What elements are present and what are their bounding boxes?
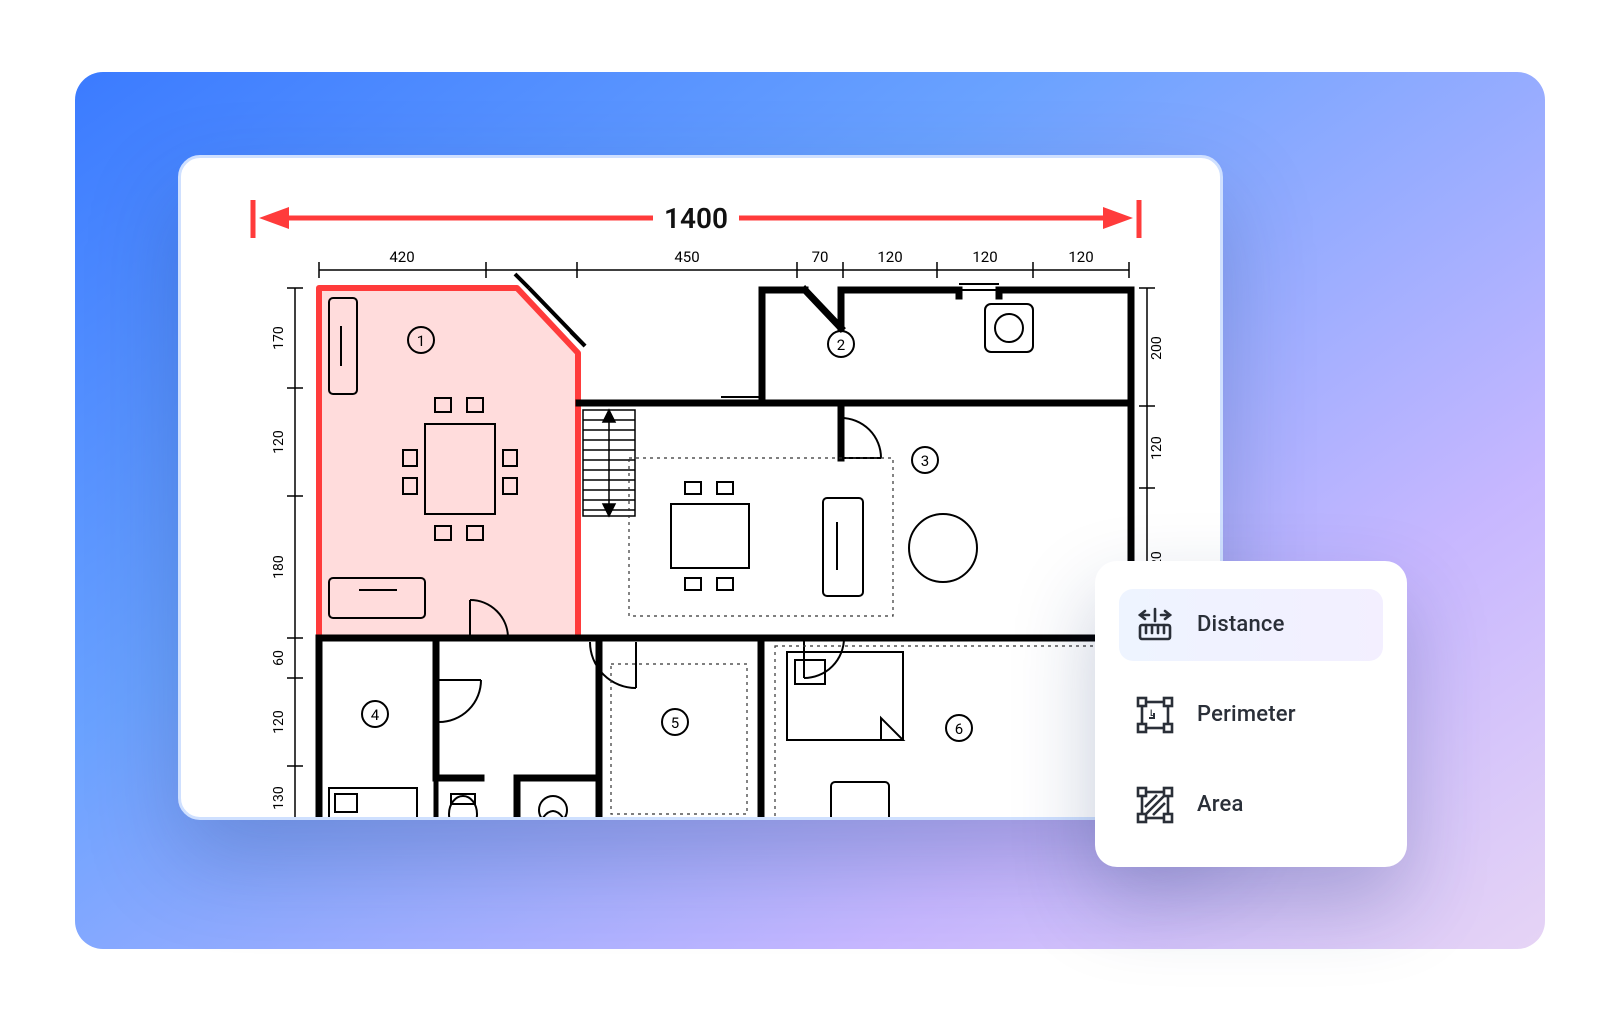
svg-text:1: 1 bbox=[417, 332, 425, 350]
area-icon bbox=[1135, 785, 1175, 825]
svg-text:2: 2 bbox=[837, 336, 845, 354]
svg-text:450: 450 bbox=[674, 248, 699, 266]
measurement-menu: Distance L Perimeter bbox=[1095, 561, 1407, 867]
svg-text:70: 70 bbox=[812, 248, 829, 266]
menu-item-label: Perimeter bbox=[1197, 702, 1296, 727]
svg-text:120: 120 bbox=[1068, 248, 1093, 266]
svg-text:120: 120 bbox=[877, 248, 902, 266]
svg-text:120: 120 bbox=[271, 710, 287, 734]
menu-item-perimeter[interactable]: L Perimeter bbox=[1119, 679, 1383, 751]
svg-text:420: 420 bbox=[389, 248, 414, 266]
svg-text:4: 4 bbox=[371, 706, 380, 724]
svg-text:60: 60 bbox=[271, 650, 287, 666]
stage: 1400 420 450 bbox=[75, 72, 1545, 949]
floorplan-card: 1400 420 450 bbox=[178, 155, 1223, 820]
dim-main-value: 1400 bbox=[664, 202, 728, 235]
svg-text:180: 180 bbox=[271, 555, 287, 579]
top-dim-labels: 420 450 70 120 120 120 bbox=[389, 248, 1093, 266]
left-dim-labels: 170 120 180 60 120 130 bbox=[271, 326, 287, 810]
stairs bbox=[583, 410, 635, 516]
svg-text:120: 120 bbox=[972, 248, 997, 266]
svg-text:120: 120 bbox=[1149, 436, 1165, 460]
svg-text:L: L bbox=[1150, 709, 1155, 719]
svg-text:6: 6 bbox=[955, 720, 963, 738]
menu-item-label: Area bbox=[1197, 792, 1244, 817]
floorplan-canvas[interactable]: 1400 420 450 bbox=[181, 158, 1220, 817]
svg-text:170: 170 bbox=[271, 326, 287, 350]
left-dim-ticks bbox=[287, 288, 303, 820]
menu-item-distance[interactable]: Distance bbox=[1119, 589, 1383, 661]
dimension-main: 1400 bbox=[253, 198, 1139, 238]
menu-item-area[interactable]: Area bbox=[1119, 769, 1383, 841]
svg-text:5: 5 bbox=[671, 714, 679, 732]
distance-icon bbox=[1135, 605, 1175, 645]
top-dim-ticks bbox=[319, 262, 1129, 278]
svg-text:3: 3 bbox=[921, 452, 929, 470]
french-door bbox=[641, 818, 721, 820]
perimeter-icon: L bbox=[1135, 695, 1175, 735]
svg-text:200: 200 bbox=[1149, 336, 1165, 360]
svg-text:130: 130 bbox=[271, 786, 287, 810]
svg-text:120: 120 bbox=[271, 430, 287, 454]
menu-item-label: Distance bbox=[1197, 612, 1285, 637]
